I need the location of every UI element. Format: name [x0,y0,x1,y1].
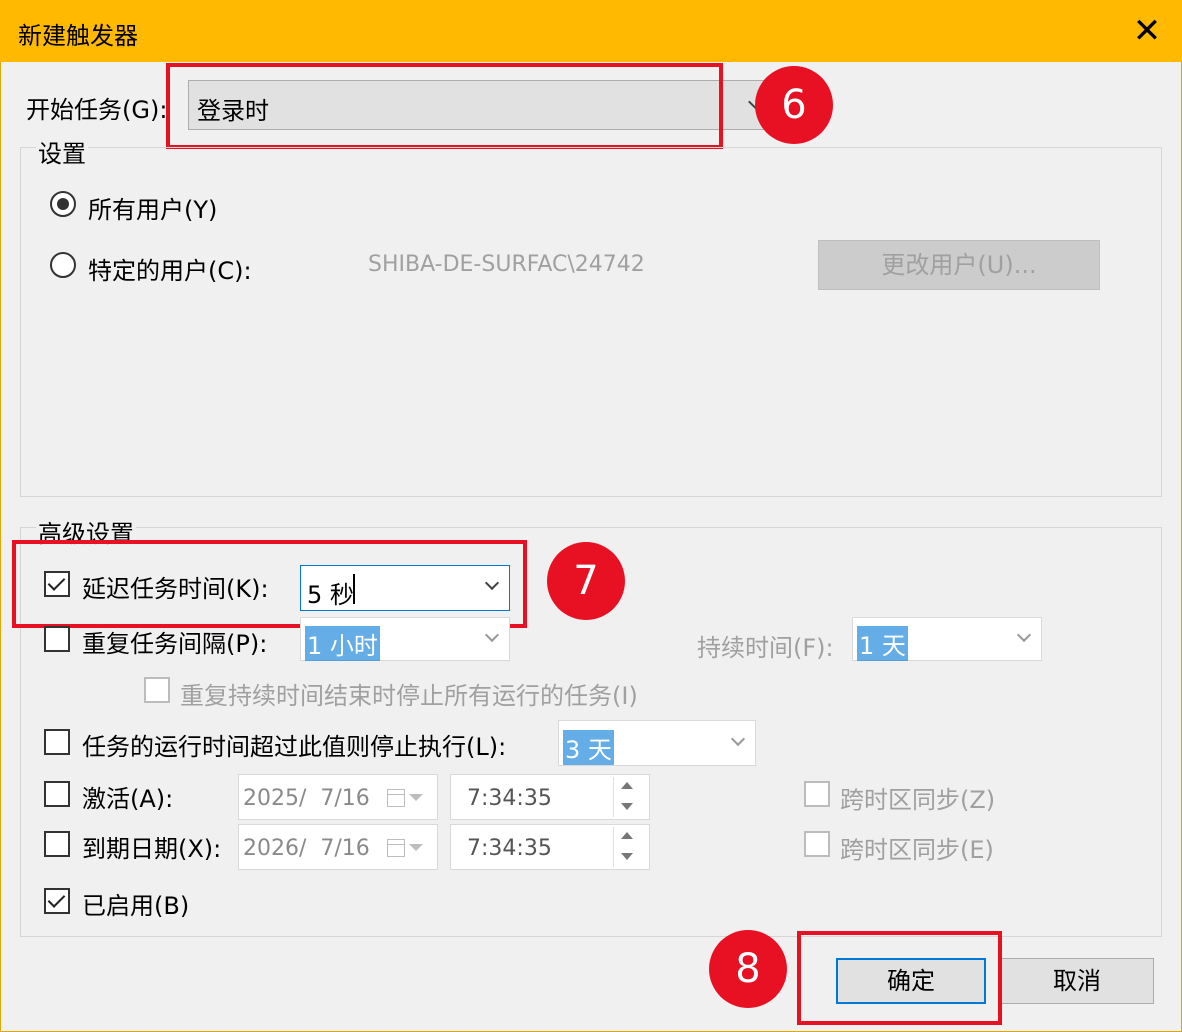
step-badge-6: 6 [755,66,833,144]
enabled-label: 已启用(B) [82,892,190,920]
enabled-checkbox[interactable] [44,888,70,914]
stop-long-checkbox[interactable] [44,729,70,755]
close-icon[interactable]: ✕ [1128,12,1166,50]
highlight-box-step8 [797,931,1002,1025]
check-icon [47,890,66,908]
chevron-down-icon [1016,627,1032,643]
stop-long-value: 3 天 [563,730,614,765]
expire-date-value: 2026/ 7/16 [243,836,370,861]
duration-label: 持续时间(F): [697,634,834,662]
expire-sync-label: 跨时区同步(E) [840,836,994,864]
spin-down-icon[interactable] [621,803,633,810]
radio-selected-dot [57,198,69,210]
repeat-select[interactable]: 1 小时 [300,617,510,661]
expire-date-picker[interactable]: 2026/ 7/16 [238,824,438,870]
expire-label: 到期日期(X): [82,835,222,863]
activate-sync-checkbox[interactable] [804,781,830,807]
repeat-label: 重复任务间隔(P): [82,630,268,658]
spin-up-icon[interactable] [621,832,633,839]
stop-all-checkbox[interactable] [144,677,170,703]
activate-date-picker[interactable]: 2025/ 7/16 [238,774,438,820]
all-users-radio[interactable] [50,191,76,217]
highlight-box-step7 [12,540,527,628]
time-spinner[interactable] [613,827,639,867]
calendar-icon [387,789,405,807]
activate-label: 激活(A): [82,785,174,813]
spin-down-icon[interactable] [621,853,633,860]
caret-down-icon [409,844,423,851]
activate-time-value: 7:34:35 [467,786,552,811]
chevron-down-icon [730,731,746,747]
begin-task-label: 开始任务(G): [26,96,168,124]
activate-date-value: 2025/ 7/16 [243,786,370,811]
user-name-value: SHIBA-DE-SURFAC\24742 [368,252,645,277]
expire-checkbox[interactable] [44,831,70,857]
activate-checkbox[interactable] [44,781,70,807]
calendar-icon [387,839,405,857]
highlight-box-step6 [166,63,723,149]
time-spinner[interactable] [613,777,639,817]
spin-up-icon[interactable] [621,782,633,789]
specific-user-radio[interactable] [50,252,76,278]
expire-time-value: 7:34:35 [467,836,552,861]
cancel-button[interactable]: 取消 [1000,958,1154,1004]
activate-sync-label: 跨时区同步(Z) [840,786,996,814]
duration-select[interactable]: 1 天 [852,617,1042,661]
chevron-down-icon [484,627,500,643]
title-bar [0,0,1182,62]
specific-user-label: 特定的用户(C): [88,257,252,285]
activate-time-input[interactable]: 7:34:35 [450,774,650,820]
stop-long-select[interactable]: 3 天 [558,720,756,766]
all-users-label: 所有用户(Y) [88,196,218,224]
duration-value: 1 天 [857,626,908,661]
stop-long-label: 任务的运行时间超过此值则停止执行(L): [82,733,507,761]
expire-time-input[interactable]: 7:34:35 [450,824,650,870]
change-user-button[interactable]: 更改用户(U)... [818,240,1100,290]
caret-down-icon [409,794,423,801]
stop-all-label: 重复持续时间结束时停止所有运行的任务(I) [180,682,638,710]
repeat-checkbox[interactable] [44,626,70,652]
window-title: 新建触发器 [18,22,138,50]
repeat-value: 1 小时 [305,626,380,661]
step-badge-7: 7 [547,542,625,620]
expire-sync-checkbox[interactable] [804,831,830,857]
settings-group-title: 设置 [36,134,88,169]
step-badge-8: 8 [709,930,787,1008]
